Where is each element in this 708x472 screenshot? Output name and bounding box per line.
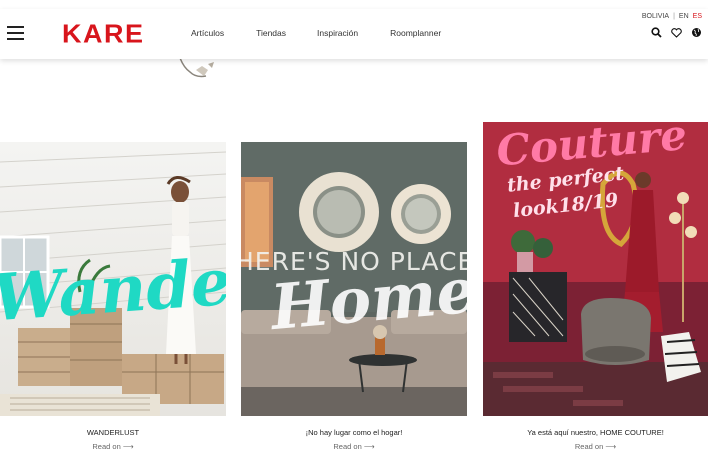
- menu-icon[interactable]: [7, 26, 24, 41]
- globe-icon[interactable]: [691, 27, 702, 38]
- card-title[interactable]: WANDERLUST: [0, 428, 226, 437]
- lang-en[interactable]: EN: [679, 13, 689, 20]
- card-title[interactable]: Ya está aquí nuestro, HOME COUTURE!: [483, 428, 708, 437]
- heart-icon[interactable]: [671, 27, 682, 38]
- decorative-illustration: [179, 58, 214, 78]
- couture-image[interactable]: Couture the perfect look18/19: [483, 122, 708, 416]
- header-icons: [651, 27, 702, 38]
- main-nav: Artículos Tiendas Inspiración Roomplanne…: [191, 28, 441, 38]
- locale-separator: |: [673, 13, 675, 20]
- kare-logo[interactable]: KARE: [62, 21, 145, 47]
- read-on-link[interactable]: Read on ⟶: [483, 442, 708, 451]
- read-on-link[interactable]: Read on ⟶: [241, 442, 467, 451]
- lang-es[interactable]: ES: [693, 13, 702, 20]
- nav-articulos[interactable]: Artículos: [191, 28, 224, 38]
- read-on-link[interactable]: Read on ⟶: [0, 442, 226, 451]
- home-image[interactable]: HERE'S NO PLACE LI Home: [241, 142, 467, 416]
- site-header: KARE Artículos Tiendas Inspiración Roomp…: [0, 9, 708, 59]
- country-selector[interactable]: BOLIVIA: [642, 13, 669, 20]
- search-icon[interactable]: [651, 27, 662, 38]
- card-title[interactable]: ¡No hay lugar como el hogar!: [241, 428, 467, 437]
- nav-roomplanner[interactable]: Roomplanner: [390, 28, 441, 38]
- nav-inspiracion[interactable]: Inspiración: [317, 28, 358, 38]
- locale-bar: BOLIVIA | EN ES: [642, 13, 702, 20]
- wanderlust-image[interactable]: Wanderlust: [0, 142, 226, 416]
- nav-tiendas[interactable]: Tiendas: [256, 28, 286, 38]
